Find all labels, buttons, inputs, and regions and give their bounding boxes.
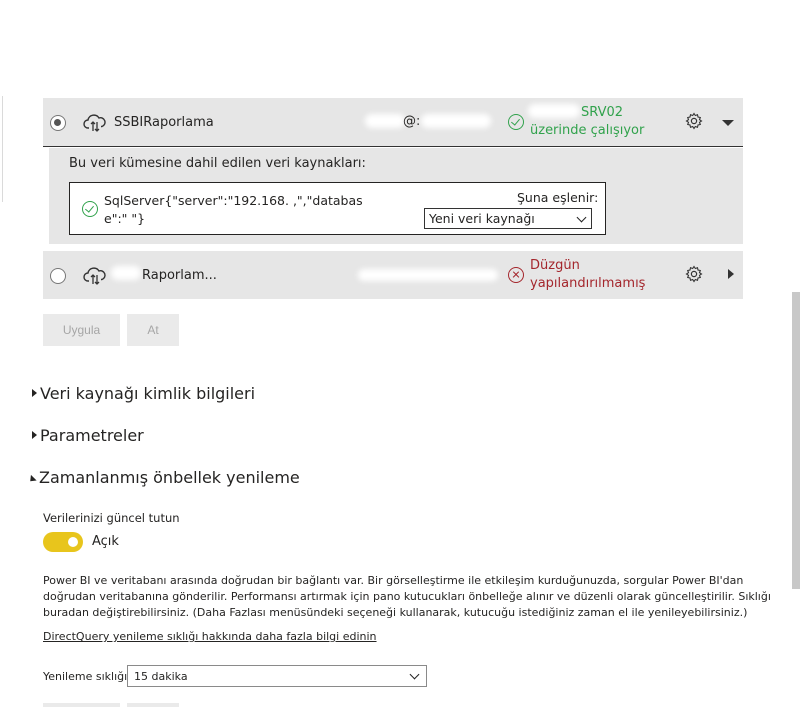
keep-updated-toggle[interactable] bbox=[43, 532, 83, 552]
toggle-state-label: Açık bbox=[92, 534, 119, 549]
gateway-email: @: bbox=[403, 114, 421, 129]
expand-triangle-icon bbox=[32, 431, 37, 439]
map-to-select[interactable]: Yeni veri kaynağı bbox=[424, 208, 592, 229]
redacted-email bbox=[365, 114, 405, 128]
bottom-button-edge bbox=[43, 703, 120, 707]
discard-button[interactable]: At bbox=[127, 314, 179, 346]
redacted-email bbox=[421, 114, 491, 128]
gateway-radio-selected[interactable] bbox=[50, 115, 66, 131]
refresh-frequency-select[interactable]: 15 dakika bbox=[127, 665, 427, 687]
keep-updated-label: Verilerinizi güncel tutun bbox=[43, 511, 180, 525]
refresh-frequency-value: 15 dakika bbox=[134, 670, 188, 683]
datasource-mapping-box: SqlServer{"server":"192.168. ,","databas… bbox=[69, 182, 606, 235]
section-cache-refresh-label: Zamanlanmış önbellek yenileme bbox=[39, 468, 300, 487]
bottom-button-edge bbox=[127, 703, 179, 707]
datasource-connection-string: SqlServer{"server":"192.168. ,","databas… bbox=[104, 193, 363, 226]
left-border bbox=[2, 96, 3, 202]
section-credentials[interactable]: Veri kaynağı kimlik bilgileri bbox=[32, 384, 255, 403]
check-circle-icon bbox=[508, 114, 524, 130]
gateway-name: SSBIRaporlama bbox=[114, 115, 214, 130]
apply-button[interactable]: Uygula bbox=[43, 314, 120, 346]
datasource-panel: Bu veri kümesine dahil edilen veri kayna… bbox=[49, 148, 743, 244]
redacted-name bbox=[111, 266, 141, 280]
map-to-label: Şuna eşlenir: bbox=[517, 190, 599, 205]
learn-more-link[interactable]: DirectQuery yenileme sıklığı hakkında da… bbox=[43, 630, 377, 643]
gateway-status: Düzgün yapılandırılmamış bbox=[530, 258, 646, 291]
expand-chevron-icon[interactable] bbox=[728, 269, 734, 279]
scrollbar[interactable] bbox=[792, 292, 800, 589]
collapse-triangle-icon[interactable] bbox=[27, 474, 37, 485]
map-to-value: Yeni veri kaynağı bbox=[429, 211, 535, 226]
gateway-row-ssbi[interactable]: SSBIRaporlama @: SRV02 üzerinde çalışıyo… bbox=[43, 98, 743, 147]
gateway-status: SRV02 üzerinde çalışıyor bbox=[530, 105, 645, 138]
cloud-gateway-icon bbox=[83, 267, 106, 285]
section-parameters[interactable]: Parametreler bbox=[32, 426, 144, 445]
section-credentials-label: Veri kaynağı kimlik bilgileri bbox=[40, 384, 256, 403]
cloud-gateway-icon bbox=[83, 114, 106, 132]
gateway-radio[interactable] bbox=[50, 268, 66, 284]
chevron-down-icon bbox=[576, 212, 587, 223]
gateway-row-raporlam[interactable]: Raporlam... Düzgün yapılandırılmamış bbox=[43, 251, 743, 299]
expand-triangle-icon bbox=[32, 389, 37, 397]
collapse-chevron-icon[interactable] bbox=[722, 120, 734, 126]
redacted-email bbox=[358, 269, 498, 281]
gear-icon[interactable] bbox=[685, 265, 703, 283]
directquery-description: Power BI ve veritabanı arasında doğrudan… bbox=[43, 574, 771, 619]
refresh-frequency-label: Yenileme sıklığı bbox=[43, 670, 128, 683]
chevron-down-icon bbox=[409, 669, 420, 680]
gateway-name: Raporlam... bbox=[142, 268, 217, 283]
datasource-panel-title: Bu veri kümesine dahil edilen veri kayna… bbox=[69, 156, 366, 171]
section-cache-refresh[interactable]: Zamanlanmış önbellek yenileme bbox=[39, 468, 300, 487]
section-parameters-label: Parametreler bbox=[40, 426, 144, 445]
error-circle-icon bbox=[508, 267, 524, 283]
check-circle-icon bbox=[82, 201, 98, 217]
gear-icon[interactable] bbox=[685, 112, 703, 130]
